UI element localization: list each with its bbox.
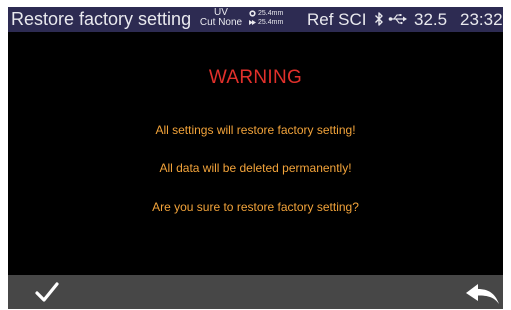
device-screen: Restore factory setting UV Cut None 25.4…	[8, 7, 503, 309]
confirm-button[interactable]	[30, 280, 64, 306]
checkmark-icon	[35, 282, 59, 302]
warning-message-3: Are you sure to restore factory setting?	[152, 200, 359, 214]
aperture-setting: 25.4mm 25.4mm	[249, 9, 283, 27]
uv-setting: UV Cut None	[194, 8, 248, 28]
page-title: Restore factory setting	[11, 9, 192, 29]
temperature-readout: 32.5	[414, 10, 448, 29]
clock: 23:32	[460, 10, 503, 29]
aperture-arrow-icon	[249, 20, 256, 25]
warning-dialog: WARNING All settings will restore factor…	[8, 32, 503, 275]
warning-heading: WARNING	[208, 67, 303, 88]
uv-value: Cut None	[199, 17, 243, 28]
status-bar: Restore factory setting UV Cut None 25.4…	[8, 7, 503, 32]
warning-message-1: All settings will restore factory settin…	[155, 123, 356, 137]
bottom-toolbar	[8, 275, 503, 309]
aperture-value-2: 25.4mm	[258, 19, 284, 26]
aperture-value-1: 25.4mm	[258, 10, 284, 17]
usb-icon	[388, 14, 407, 25]
warning-message-2: All data will be deleted permanently!	[159, 161, 352, 175]
back-button[interactable]	[463, 282, 503, 306]
bluetooth-icon	[375, 12, 383, 26]
back-arrow-icon	[466, 284, 499, 304]
aperture-circle-icon	[249, 10, 256, 17]
ref-sci-mode: Ref SCI	[307, 10, 367, 29]
